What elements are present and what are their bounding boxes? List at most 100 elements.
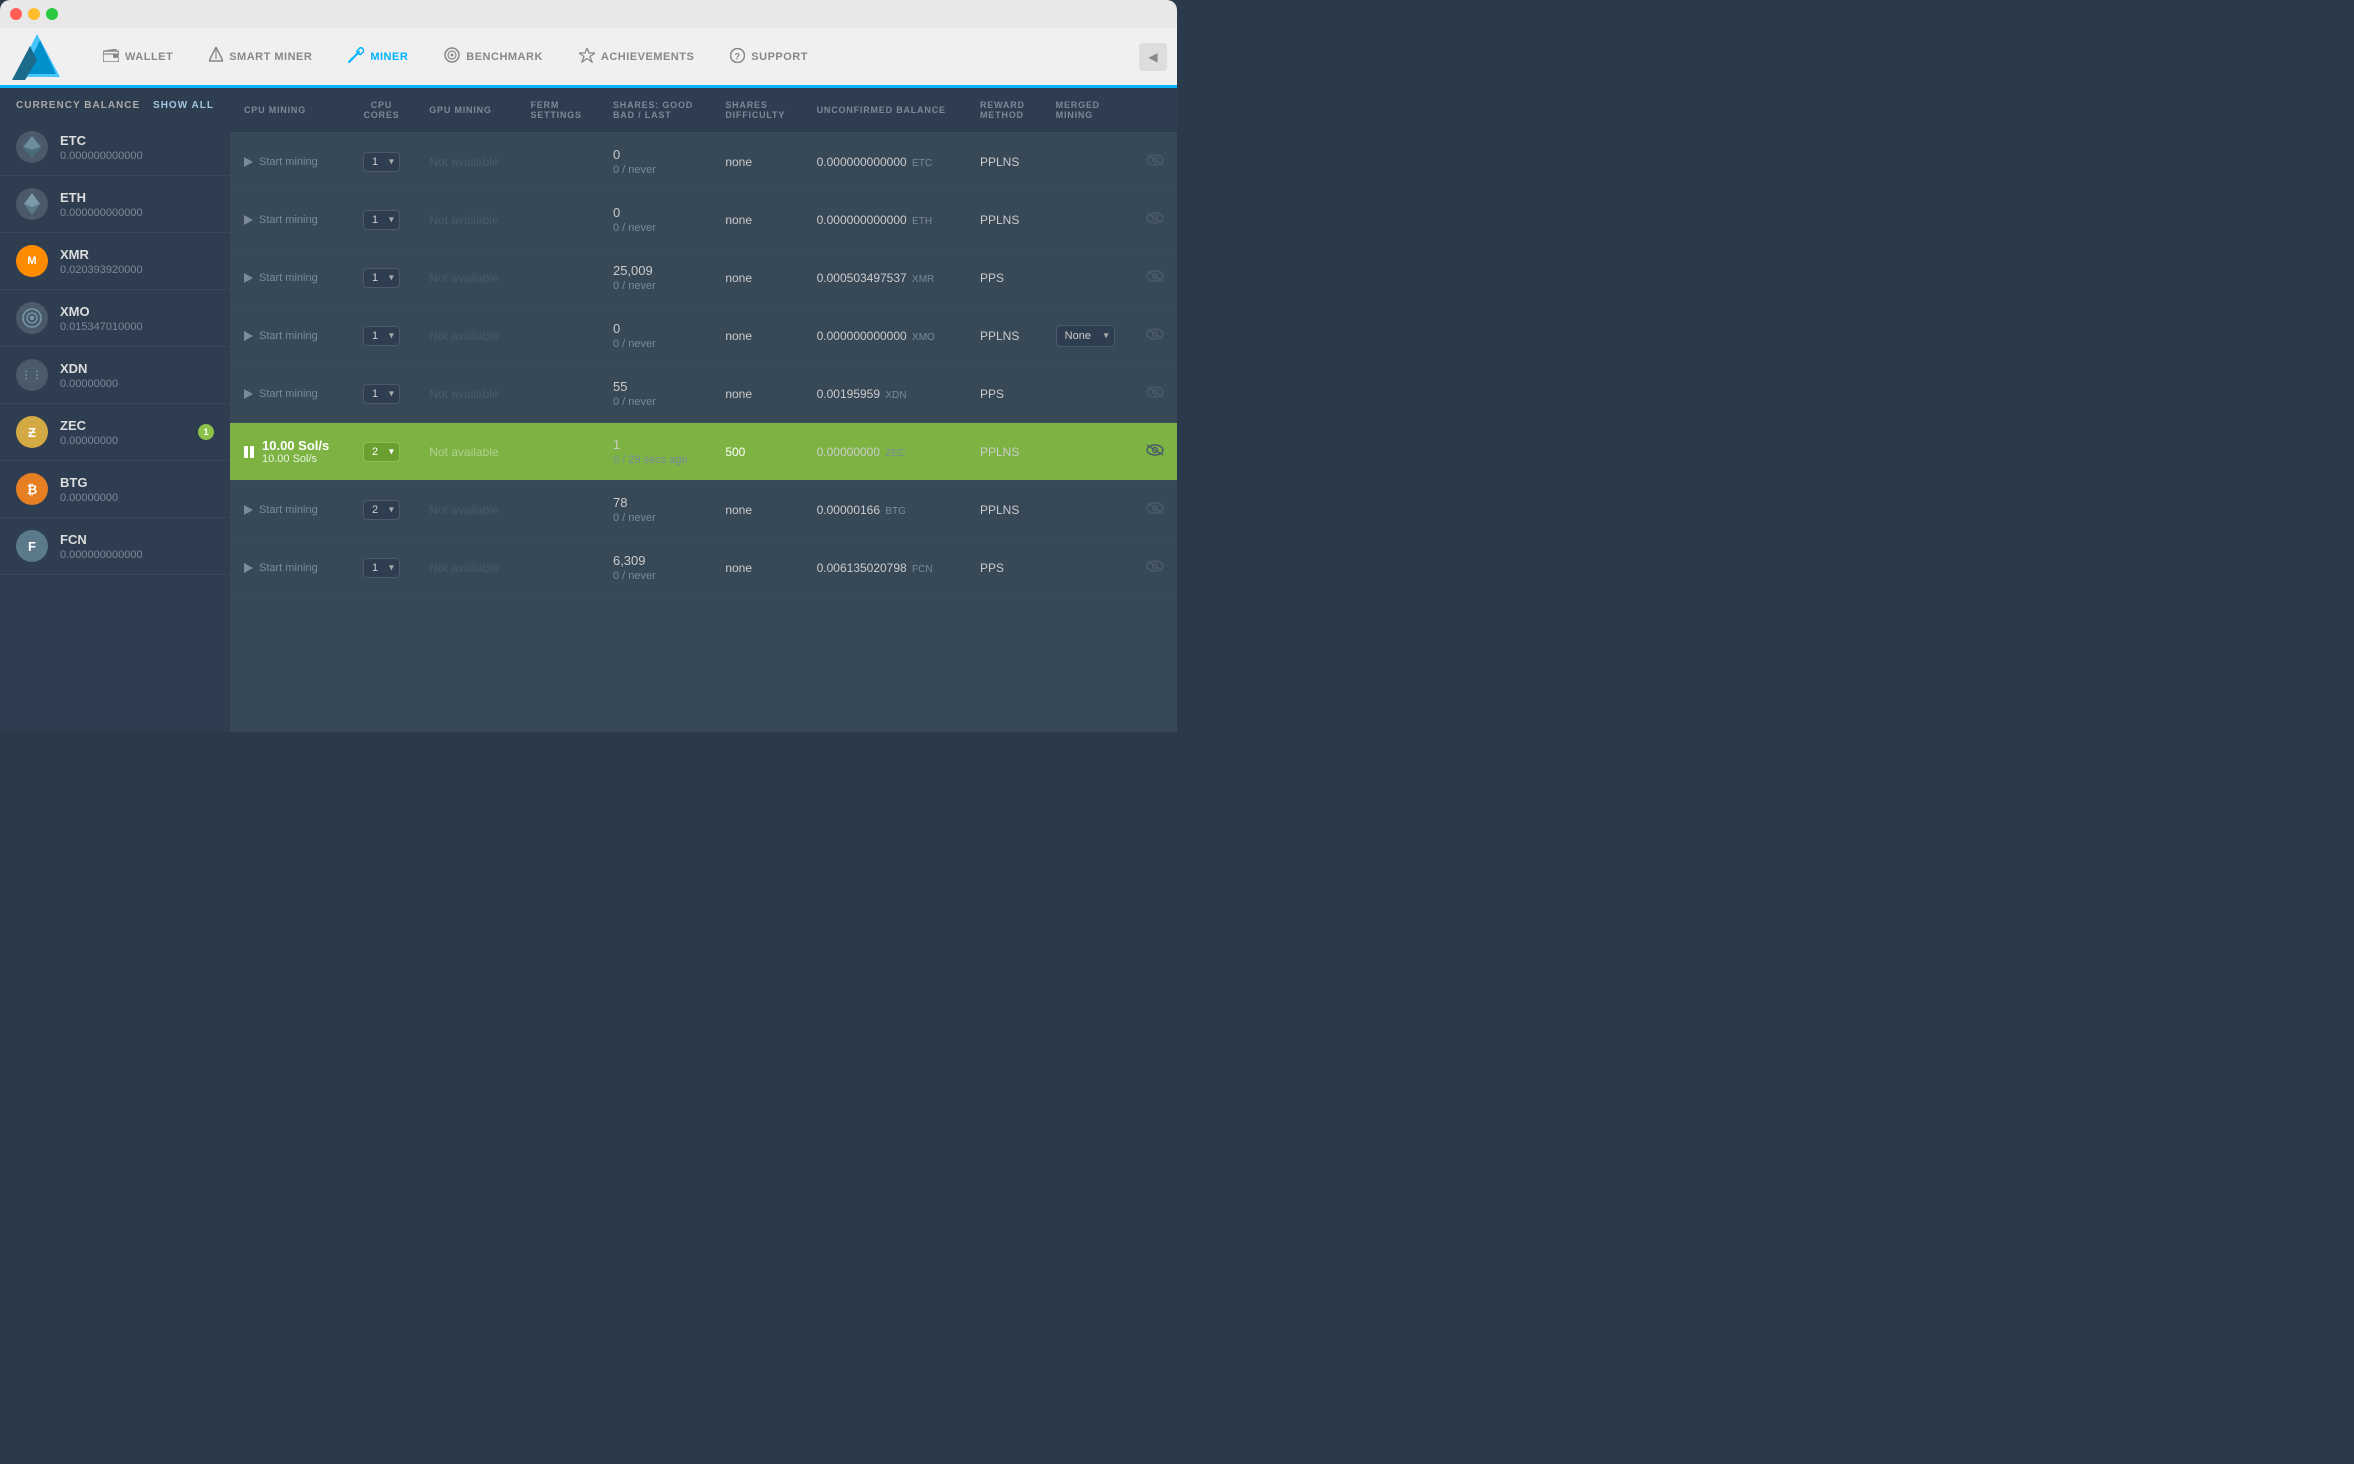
sidebar-item-fcn[interactable]: F FCN 0.000000000000 — [0, 518, 230, 575]
eye-icon[interactable] — [1146, 501, 1164, 518]
cpu-mining-cell-BTG[interactable]: Start mining — [230, 481, 348, 539]
start-mining-btn[interactable]: Start mining — [244, 272, 334, 284]
nav-item-benchmark[interactable]: BENCHMARK — [426, 28, 561, 85]
shares-cell-BTG: 78 0 / never — [599, 481, 711, 539]
cores-select-wrapper[interactable]: 1 234 — [363, 210, 400, 230]
merged-select[interactable]: None — [1056, 325, 1115, 347]
cores-select-wrapper[interactable]: 1 234 — [363, 558, 400, 578]
difficulty-value: none — [725, 155, 752, 169]
pause-mining-btn[interactable]: 10.00 Sol/s 10.00 Sol/s — [244, 438, 334, 465]
cores-select-wrapper[interactable]: 1 234 — [363, 268, 400, 288]
cores-select-wrapper[interactable]: 1 234 — [363, 152, 400, 172]
minimize-button[interactable] — [28, 8, 40, 20]
titlebar — [0, 0, 1177, 28]
eye-icon[interactable] — [1146, 385, 1164, 402]
start-mining-btn[interactable]: Start mining — [244, 156, 334, 168]
cores-select[interactable]: 1 234 — [363, 326, 400, 346]
fcn-name: FCN — [60, 532, 214, 547]
eye-icon[interactable] — [1146, 327, 1164, 344]
nav-miner-label: MINER — [370, 51, 408, 63]
cpu-mining-cell-XDN[interactable]: Start mining — [230, 365, 348, 423]
eye-icon[interactable] — [1146, 211, 1164, 228]
cpu-mining-cell-XMR[interactable]: Start mining — [230, 249, 348, 307]
start-mining-btn[interactable]: Start mining — [244, 330, 334, 342]
start-mining-btn[interactable]: Start mining — [244, 562, 334, 574]
start-mining-btn[interactable]: Start mining — [244, 504, 334, 516]
sidebar-item-btg[interactable]: ₿ BTG 0.00000000 — [0, 461, 230, 518]
difficulty-cell-FCN: none — [711, 539, 802, 597]
maximize-button[interactable] — [46, 8, 58, 20]
unconfirmed-value: 0.006135020798 — [817, 561, 907, 575]
cores-select[interactable]: 1 234 — [363, 384, 400, 404]
eye-cell-ZEC[interactable] — [1132, 423, 1177, 481]
eye-icon[interactable] — [1146, 269, 1164, 286]
table-row: Start mining 1 234 Not available 6,309 0… — [230, 539, 1177, 597]
eye-icon[interactable] — [1146, 559, 1164, 576]
reward-cell-XMO: PPLNS — [966, 307, 1042, 365]
eye-cell-ETC[interactable] — [1132, 133, 1177, 191]
reward-cell-ETH: PPLNS — [966, 191, 1042, 249]
cores-select[interactable]: 1 234 — [363, 210, 400, 230]
cpu-mining-cell-ETH[interactable]: Start mining — [230, 191, 348, 249]
xdn-name: XDN — [60, 361, 214, 376]
sidebar-item-xdn[interactable]: ⋮⋮ XDN 0.00000000 — [0, 347, 230, 404]
xdn-icon: ⋮⋮ — [16, 359, 48, 391]
merged-cell-FCN — [1042, 539, 1132, 597]
cores-select-wrapper[interactable]: 1 234 — [363, 326, 400, 346]
shares-cell-ETC: 0 0 / never — [599, 133, 711, 191]
eye-cell-ETH[interactable] — [1132, 191, 1177, 249]
cores-select[interactable]: 1 234 — [363, 152, 400, 172]
sidebar-item-zec[interactable]: Ƶ ZEC 0.00000000 1 — [0, 404, 230, 461]
unconfirmed-value: 0.00195959 — [817, 387, 880, 401]
cpu-mining-cell-ETC[interactable]: Start mining — [230, 133, 348, 191]
start-mining-btn[interactable]: Start mining — [244, 214, 334, 226]
play-icon — [244, 331, 253, 341]
nav-item-smart-miner[interactable]: SMART MINER — [191, 28, 330, 85]
close-button[interactable] — [10, 8, 22, 20]
eye-cell-XDN[interactable] — [1132, 365, 1177, 423]
merged-select-wrapper[interactable]: None — [1056, 325, 1115, 347]
cores-select-wrapper[interactable]: 2 234 — [363, 442, 400, 462]
eye-icon[interactable] — [1146, 153, 1164, 170]
cores-select[interactable]: 1 234 — [363, 268, 400, 288]
sidebar-item-xmo[interactable]: XMO 0.015347010000 — [0, 290, 230, 347]
nav-item-support[interactable]: ? SUPPORT — [712, 28, 826, 85]
merged-cell-XDN — [1042, 365, 1132, 423]
unconfirmed-cell-ETH: 0.000000000000 ETH — [803, 191, 966, 249]
etc-balance: 0.000000000000 — [60, 150, 214, 162]
nav-item-achievements[interactable]: ACHIEVEMENTS — [561, 28, 712, 85]
btg-name: BTG — [60, 475, 214, 490]
eye-cell-XMR[interactable] — [1132, 249, 1177, 307]
nav-item-miner[interactable]: MINER — [330, 28, 426, 85]
gpu-mining-cell-XMR: Not available — [415, 249, 516, 307]
cores-select[interactable]: 2 234 — [363, 500, 400, 520]
fcn-info: FCN 0.000000000000 — [60, 532, 214, 561]
unconfirmed-cell-ETC: 0.000000000000 ETC — [803, 133, 966, 191]
reward-value: PPLNS — [980, 503, 1019, 517]
sidebar-item-xmr[interactable]: M XMR 0.020393920000 — [0, 233, 230, 290]
start-mining-btn[interactable]: Start mining — [244, 388, 334, 400]
eye-icon[interactable] — [1146, 443, 1164, 460]
cores-select[interactable]: 2 234 — [363, 442, 400, 462]
eye-cell-XMO[interactable] — [1132, 307, 1177, 365]
nav-collapse-button[interactable]: ◀ — [1139, 43, 1167, 71]
cpu-mining-cell-FCN[interactable]: Start mining — [230, 539, 348, 597]
sidebar-item-eth[interactable]: ETH 0.000000000000 — [0, 176, 230, 233]
cpu-mining-cell-XMO[interactable]: Start mining — [230, 307, 348, 365]
eth-icon — [16, 188, 48, 220]
show-all-link[interactable]: Show all — [153, 100, 214, 111]
difficulty-cell-XMR: none — [711, 249, 802, 307]
difficulty-value: none — [725, 387, 752, 401]
eye-cell-FCN[interactable] — [1132, 539, 1177, 597]
cores-select[interactable]: 1 234 — [363, 558, 400, 578]
reward-value: PPLNS — [980, 329, 1019, 343]
hashrate-sub: 10.00 Sol/s — [262, 453, 329, 465]
eye-cell-BTG[interactable] — [1132, 481, 1177, 539]
play-icon — [244, 389, 253, 399]
nav-item-wallet[interactable]: WALLET — [85, 28, 191, 85]
sidebar-item-etc[interactable]: ETC 0.000000000000 — [0, 119, 230, 176]
cores-select-wrapper[interactable]: 1 234 — [363, 384, 400, 404]
cores-select-wrapper[interactable]: 2 234 — [363, 500, 400, 520]
cpu-cores-cell-ETC: 1 234 — [348, 133, 416, 191]
cpu-mining-cell-ZEC[interactable]: 10.00 Sol/s 10.00 Sol/s — [230, 423, 348, 481]
